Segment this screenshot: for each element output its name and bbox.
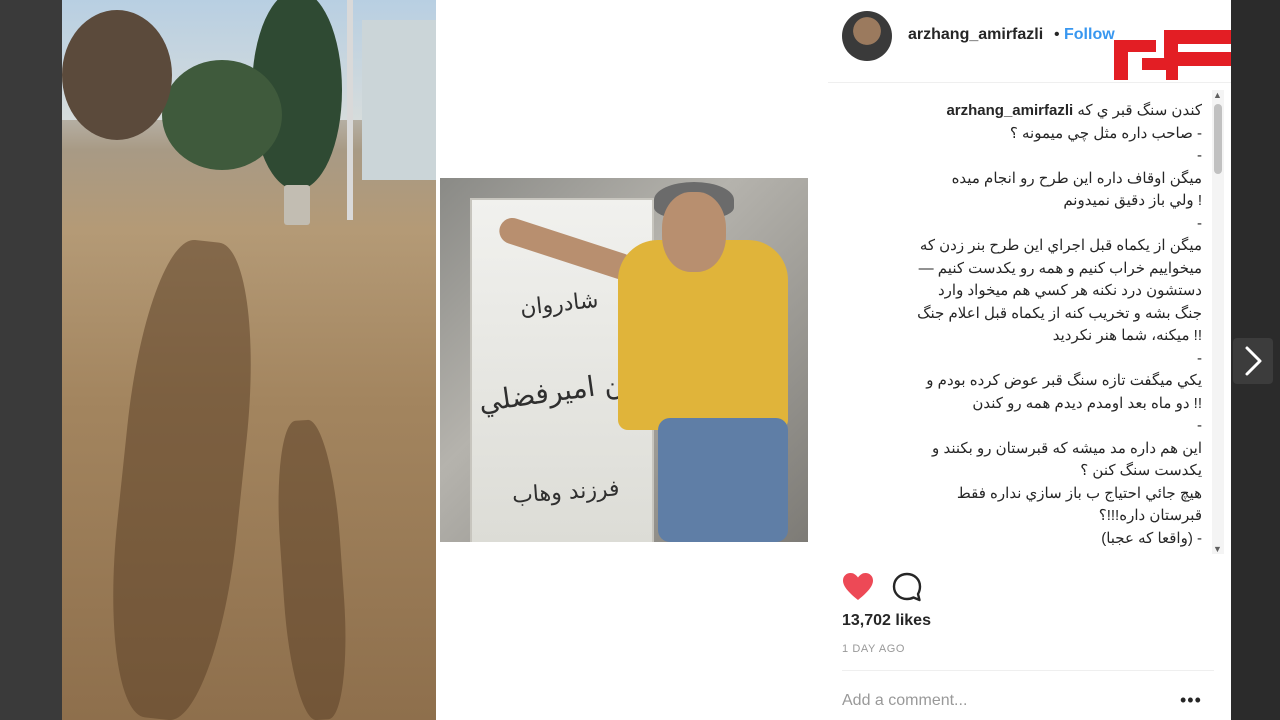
- caption-username[interactable]: arzhang_amirfazli: [946, 102, 1073, 119]
- caption-line: !! ميکنه، شما هنر نکرديد: [1052, 327, 1202, 344]
- photo-tree: [62, 10, 172, 140]
- caption-line: يکدست سنگ کنن ؟: [1080, 462, 1202, 479]
- more-options-icon[interactable]: •••: [1180, 690, 1202, 711]
- photo-post: [284, 185, 310, 225]
- caption-line: ميخواييم خراب کنيم و همه رو يکدست کنيم —: [918, 259, 1202, 277]
- caption-line: -: [1197, 214, 1202, 232]
- photo-face: [662, 192, 726, 272]
- caption-line: ! ولي باز دقيق نميدونم: [1063, 192, 1202, 209]
- comment-input[interactable]: Add a comment...: [842, 692, 967, 710]
- separator-dot: •: [1054, 26, 1060, 43]
- next-post-button[interactable]: [1233, 338, 1273, 384]
- photo-trench: [97, 235, 267, 720]
- photo-jeans: [658, 418, 788, 542]
- caption-line: جنگ بشه و تخريب کنه از يکماه قبل اعلام ج…: [917, 304, 1202, 322]
- like-count[interactable]: 13,702 likes: [842, 612, 931, 630]
- caption-line: هيچ جائي احتياج ب باز سازي نداره فقط: [956, 484, 1202, 502]
- photo-trench: [271, 418, 353, 720]
- caption-line: -: [1197, 417, 1202, 434]
- photo-building: [362, 20, 436, 180]
- caption-line: ميگن از يکماه قبل اجراي اين طرح بنر زدن …: [919, 237, 1202, 254]
- post-photo-cemetery: [62, 0, 436, 720]
- post-photo-gravestone: شادروان حسين اميرفضلي فرزند وهاب: [440, 178, 808, 542]
- gravestone-line1: شادروان: [518, 287, 600, 322]
- post-timestamp[interactable]: 1 DAY AGO: [842, 643, 905, 655]
- caption-first-line: کندن سنگ قبر ي که arzhang_amirfazli: [842, 100, 1202, 123]
- comment-icon[interactable]: [892, 572, 922, 602]
- post-sidebar: arzhang_amirfazli • Follow کندن سنگ قبر …: [828, 0, 1231, 720]
- caption-line: اين هم داره مد ميشه که قبرستان رو بکنند …: [932, 439, 1202, 457]
- heart-icon[interactable]: [842, 572, 874, 602]
- follow-button[interactable]: Follow: [1064, 26, 1115, 44]
- chevron-right-icon: [1245, 346, 1262, 376]
- caption-line: دستشون درد نکنه هر کسي هم ميخواد وارد: [937, 282, 1202, 299]
- comment-divider: [842, 670, 1214, 671]
- photo-pole: [347, 0, 353, 220]
- caption-line: يکي ميگفت تازه سنگ قبر عوض کرده بودم و: [926, 372, 1202, 389]
- caption-line: - (واقعا که عجبا): [1101, 529, 1202, 547]
- avatar[interactable]: [842, 11, 892, 61]
- caption-line: !! دو ماه بعد اومدم ديدم همه رو کندن: [972, 394, 1202, 412]
- caption-line: قبرستان داره!!!؟: [1098, 507, 1202, 524]
- caption-line: ميگن اوقاف داره اين طرح رو انجام ميده: [951, 169, 1202, 187]
- scroll-down-arrow-icon[interactable]: ▼: [1213, 544, 1222, 554]
- post-actions: [842, 570, 1202, 604]
- lightbox-backdrop-left: [0, 0, 62, 720]
- post-username[interactable]: arzhang_amirfazli: [908, 26, 1043, 44]
- post-caption: کندن سنگ قبر ي که arzhang_amirfazli - صا…: [842, 100, 1202, 554]
- caption-line: -: [1197, 349, 1202, 367]
- scroll-up-arrow-icon[interactable]: ▲: [1213, 90, 1222, 100]
- scrollbar-thumb[interactable]: [1214, 104, 1222, 174]
- caption-text: کندن سنگ قبر ي که: [1077, 102, 1202, 119]
- caption-line: - صاحب داره مثل چي ميمونه ؟: [1009, 124, 1202, 142]
- caption-line: -: [1197, 147, 1202, 164]
- caption-scrollbar[interactable]: ▲ ▼: [1212, 90, 1224, 554]
- gravestone-line3: فرزند وهاب: [511, 476, 621, 509]
- photo-tree: [162, 60, 282, 170]
